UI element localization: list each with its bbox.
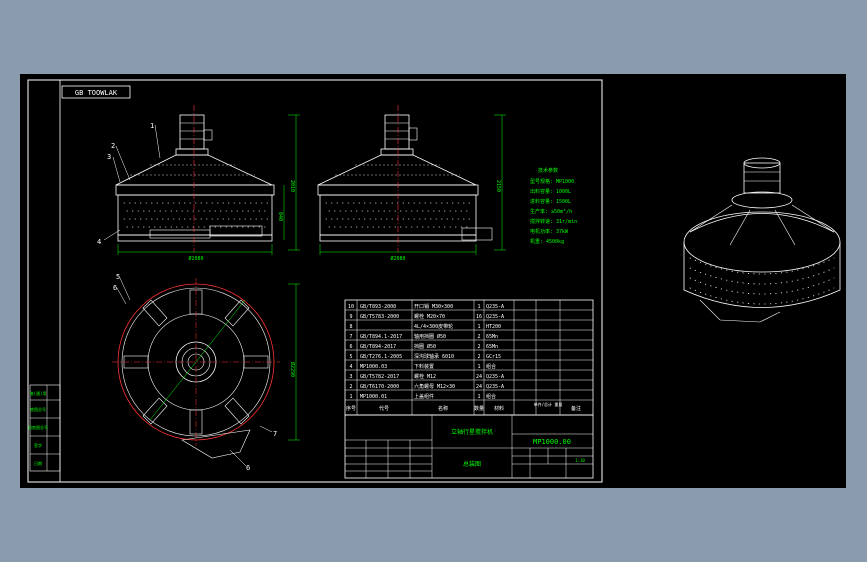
sheet-title: 总装图	[463, 460, 481, 468]
strip-label: 日期	[34, 460, 42, 466]
spec-title: 技术参数	[538, 167, 558, 174]
parts-cell: Q235-A	[486, 374, 504, 380]
drawing-number: MP1000.00	[533, 438, 571, 446]
parts-cell: 24	[476, 374, 482, 380]
side-width-dim: Ø2080	[390, 255, 405, 262]
spec-line: 搅拌转速: 31r/min	[530, 218, 577, 225]
parts-cell: 65Mn	[486, 334, 498, 340]
cad-canvas[interactable]: GB TOOWLAK Ø2080 2010 840 1 2 3 4 Ø2080 …	[0, 0, 867, 562]
strip-label: 签字	[34, 442, 42, 448]
product-name: 立轴行星搅拌机	[451, 428, 493, 436]
part-label-4: 4	[97, 238, 101, 246]
parts-cell: MP1000.03	[360, 364, 387, 370]
drawing-scale: 1:10	[575, 458, 585, 463]
table-header-material: 材料	[494, 405, 504, 412]
header-tag: GB TOOWLAK	[75, 89, 118, 97]
front-width-dim: Ø2080	[188, 255, 203, 262]
strip-label: 借(通)用	[30, 390, 47, 396]
parts-cell: 65Mn	[486, 344, 498, 350]
strip-label: 底图总号	[30, 406, 46, 412]
parts-cell: 2	[477, 354, 480, 360]
part-label-7: 7	[273, 430, 277, 438]
parts-cell: 1	[477, 324, 480, 330]
parts-cell: 10	[348, 304, 354, 310]
part-label-1: 1	[150, 122, 154, 130]
table-header-code: 代号	[379, 405, 389, 412]
parts-cell: 8	[349, 324, 352, 330]
table-header-remark: 备注	[571, 405, 581, 412]
parts-cell: 螺栓 M12	[414, 373, 436, 380]
table-header-no: 序号	[346, 405, 356, 412]
parts-cell: 2	[349, 384, 352, 390]
table-header-qty: 数量	[474, 405, 484, 412]
parts-cell: Q235-A	[486, 314, 504, 320]
spec-line: 电机功率: 37kW	[530, 228, 569, 235]
part-label-3: 3	[107, 153, 111, 161]
spec-line: 生产率: ≥50m³/h	[530, 208, 572, 215]
parts-cell: 1	[477, 364, 480, 370]
parts-cell: 1	[477, 304, 480, 310]
part-label-2: 2	[111, 142, 115, 150]
parts-cell: Q235-A	[486, 304, 504, 310]
spec-line: 机重: 4500kg	[530, 238, 564, 245]
parts-cell: 六角螺母 M12×30	[414, 383, 455, 390]
parts-cell: 组合	[486, 393, 496, 400]
parts-cell: 螺栓 M20×70	[414, 313, 445, 320]
part-label-5: 5	[116, 273, 120, 281]
parts-cell: GB/T894-2017	[360, 344, 396, 350]
parts-cell: 4L/4×300皮带轮	[414, 323, 453, 330]
part-label-6b: 6	[246, 464, 250, 472]
drawing-sheet	[20, 74, 846, 488]
parts-cell: 2	[477, 344, 480, 350]
parts-cell: GB/T276.1-2005	[360, 354, 402, 360]
part-label-6: 6	[113, 284, 117, 292]
parts-cell: 24	[476, 384, 482, 390]
parts-cell: 深沟球轴承 6010	[414, 353, 454, 360]
table-header-weight: 单件/总计 重量	[534, 401, 563, 407]
parts-cell: 4	[349, 364, 352, 370]
parts-cell: 3	[349, 374, 352, 380]
parts-cell: GB/T5783-2000	[360, 314, 399, 320]
parts-cell: 开口销 M30×300	[414, 303, 453, 310]
parts-cell: GB/T5782-2017	[360, 374, 399, 380]
front-body-height-dim: 840	[277, 212, 283, 221]
parts-cell: Q235-A	[486, 384, 504, 390]
spec-line: 出料容量: 1000L	[530, 188, 571, 195]
spec-line: 型号规格: MP1000	[530, 178, 574, 185]
parts-cell: HT200	[486, 324, 501, 330]
parts-cell: 1	[477, 394, 480, 400]
side-height-dim: 2150	[495, 180, 501, 192]
spec-line: 进料容量: 1500L	[530, 198, 571, 205]
parts-cell: GB/T6170-2000	[360, 384, 399, 390]
parts-cell: 挡圈 Ø50	[414, 343, 436, 350]
parts-cell: 5	[349, 354, 352, 360]
parts-cell: MP1000.01	[360, 394, 387, 400]
parts-cell: 组合	[486, 363, 496, 370]
parts-cell: 16	[476, 314, 482, 320]
front-total-height-dim: 2010	[289, 180, 295, 192]
plan-diameter-dim: Ø2290	[289, 362, 296, 377]
parts-cell: GB/T894.1-2017	[360, 334, 402, 340]
parts-cell: 9	[349, 314, 352, 320]
parts-cell: 6	[349, 344, 352, 350]
parts-cell: GB/T893-2000	[360, 304, 396, 310]
parts-cell: GCr15	[486, 354, 501, 360]
parts-cell: 下料装置	[414, 363, 434, 370]
table-header-name: 名称	[438, 405, 448, 412]
parts-cell: 轴用挡圈 Ø50	[414, 333, 446, 340]
parts-cell: 上盖组件	[414, 393, 434, 400]
parts-cell: 7	[349, 334, 352, 340]
parts-cell: 1	[349, 394, 352, 400]
parts-cell: 2	[477, 334, 480, 340]
strip-label: 旧底图总号	[28, 424, 48, 430]
